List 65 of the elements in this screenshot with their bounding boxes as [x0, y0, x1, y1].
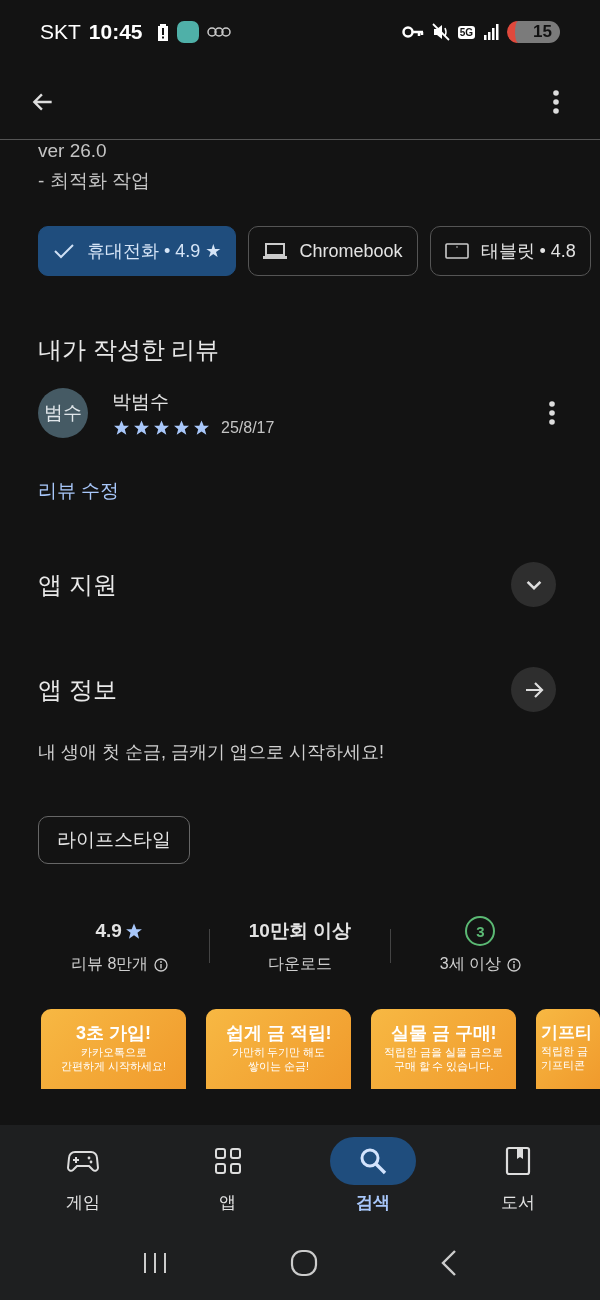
app-grid-icon: [213, 1146, 242, 1175]
screenshot-caption: 적립한 금: [541, 1044, 588, 1058]
stat-value: 4.9: [95, 920, 122, 942]
nav-tab[interactable]: 앱: [172, 1135, 283, 1215]
device-chip[interactable]: Chromebook: [248, 226, 418, 276]
screenshot-caption: 쌓이는 순금!: [248, 1059, 309, 1073]
stat-label: 다운로드: [268, 954, 332, 974]
chat-bubbles-icon: [206, 26, 231, 38]
app-description: 내 생애 첫 순금, 금캐기 앱으로 시작하세요!: [38, 741, 385, 764]
device-chip[interactable]: 태블릿 • 4.8: [429, 226, 591, 276]
screenshot-caption: 기프티콘: [541, 1058, 585, 1072]
review-date: 25/8/17: [221, 419, 275, 437]
carrier-name: SKT: [40, 20, 81, 44]
signal-icon: [483, 24, 500, 40]
star-icon: [172, 419, 191, 437]
key-icon: [401, 26, 424, 38]
category-tag[interactable]: 라이프스타일: [38, 816, 190, 864]
more-options-icon[interactable]: [552, 88, 560, 115]
check-icon: [53, 243, 75, 259]
screenshot-title: 실물 금 구매!: [390, 1022, 497, 1045]
clock-time: 10:45: [88, 20, 143, 44]
chevron-down-icon: [525, 579, 542, 590]
forward-button[interactable]: [511, 667, 556, 712]
screenshot-title: 쉽게 금 적립!: [225, 1022, 332, 1045]
stat-label: 3세 이상: [439, 954, 501, 974]
more-options-icon[interactable]: [548, 400, 556, 426]
nav-tab[interactable]: 검색: [317, 1135, 428, 1215]
network-type: 5G: [457, 25, 476, 39]
gamepad-icon: [66, 1148, 99, 1173]
nav-tab[interactable]: 도서: [462, 1135, 573, 1215]
laptop-icon: [263, 242, 288, 260]
nav-tab[interactable]: 게임: [27, 1135, 138, 1215]
device-chip[interactable]: 휴대전화 • 4.9 ★: [38, 226, 237, 276]
tablet-icon: [444, 242, 469, 260]
star-icon: [112, 419, 131, 437]
screenshot-title: 3초 가입!: [76, 1022, 151, 1045]
screenshot-caption: 간편하게 시작하세요!: [61, 1059, 166, 1073]
screenshot-caption: 적립한 금을 실물 금으로: [384, 1045, 503, 1059]
book-icon: [504, 1145, 531, 1176]
screenshot-caption: 구매 할 수 있습니다.: [393, 1059, 494, 1073]
stat-value: 10만회 이상: [248, 919, 352, 943]
star-icon: [132, 419, 151, 437]
expand-button[interactable]: [511, 562, 556, 607]
home-icon[interactable]: [290, 1248, 318, 1277]
screenshot-title: 기프티: [541, 1022, 592, 1044]
screenshot-caption: 가만히 두기만 해도: [231, 1045, 326, 1059]
info-icon[interactable]: [154, 957, 169, 972]
stat-label: 리뷰 8만개: [71, 954, 149, 974]
section-heading: 앱 정보: [38, 674, 117, 705]
mute-icon: [431, 23, 450, 41]
review-author: 박범수: [112, 390, 170, 414]
section-heading: 내가 작성한 리뷰: [38, 335, 221, 365]
release-note: - 최적화 작업: [38, 169, 151, 193]
star-icon: [152, 419, 171, 437]
star-icon: [192, 419, 211, 437]
release-note: ver 26.0: [38, 140, 108, 163]
info-icon[interactable]: [507, 957, 521, 972]
edit-review-link[interactable]: 리뷰 수정: [38, 478, 120, 504]
battery-alert-icon: [156, 23, 169, 41]
section-heading: 앱 지원: [38, 569, 117, 600]
app-notification-icon: [176, 21, 199, 43]
battery-level: 15: [507, 21, 560, 43]
age-rating-badge: 3: [465, 916, 496, 946]
avatar: 범수: [38, 388, 88, 438]
screenshot-caption: 카카오톡으로: [80, 1045, 147, 1059]
